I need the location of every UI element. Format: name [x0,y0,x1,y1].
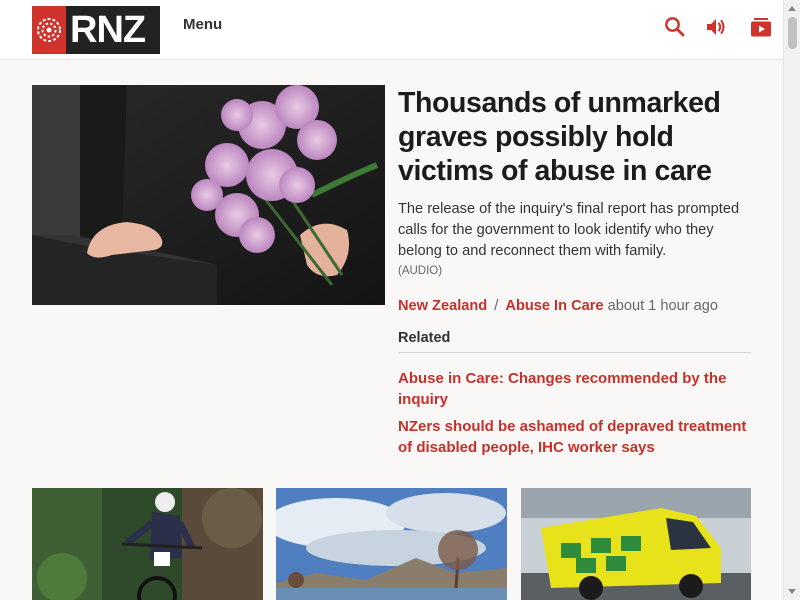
related-heading: Related [398,330,751,353]
menu-button[interactable]: Menu [183,16,222,33]
scroll-down-icon[interactable] [788,589,796,594]
audio-badge: (AUDIO) [398,265,443,277]
related-link-1[interactable]: Abuse in Care: Changes recommended by th… [398,368,748,410]
lead-story-headline[interactable]: Thousands of unmarked graves possibly ho… [398,86,748,188]
tag-abuse-in-care[interactable]: Abuse In Care [505,298,603,314]
scroll-up-icon[interactable] [788,6,796,11]
story-card-image-ambulance[interactable] [521,488,751,600]
logo-text: RNZ [70,9,146,51]
tag-separator: / [494,298,499,314]
page-scrollbar[interactable] [783,0,800,600]
search-icon[interactable] [664,16,686,38]
tv-icon[interactable] [750,16,772,38]
story-card-image-cycling[interactable] [32,488,263,600]
site-header: RNZ Menu [0,0,783,60]
tag-new-zealand[interactable]: New Zealand [398,298,487,314]
rnz-logo-mark-icon [32,6,66,54]
rnz-logo[interactable]: RNZ [32,6,160,54]
lead-story-image[interactable] [32,85,385,305]
story-timestamp: about 1 hour ago [607,298,718,314]
audio-icon[interactable] [705,16,727,38]
lead-story-summary: The release of the inquiry's final repor… [398,201,740,259]
story-tags: New Zealand / Abuse In Care about 1 hour… [398,298,718,314]
story-card-image-landscape[interactable] [276,488,507,600]
related-link-2[interactable]: NZers should be ashamed of depraved trea… [398,416,748,458]
scroll-thumb[interactable] [788,17,797,49]
